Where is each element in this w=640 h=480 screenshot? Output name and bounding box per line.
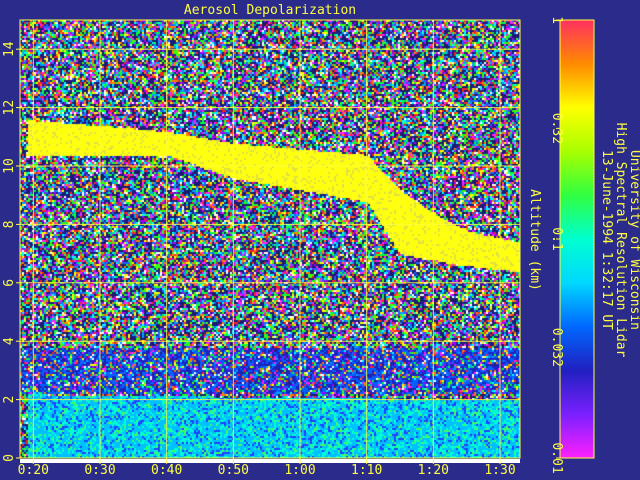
- colorbar-gradient: [559, 19, 595, 459]
- x-tick-label: 0:20: [18, 463, 49, 478]
- x-tick-label: 0:40: [151, 463, 182, 478]
- x-tick-label: 1:20: [418, 463, 449, 478]
- annotation: University of WisconsinHigh Spectral Res…: [599, 123, 640, 358]
- y-tick-label: 10: [2, 158, 17, 174]
- depolarization-field: [20, 20, 520, 458]
- y-tick-label: 14: [2, 41, 17, 57]
- colorbar-tick-label: 0.1: [549, 227, 564, 250]
- x-tick-label: 1:00: [284, 463, 315, 478]
- colorbar-tick-label: 0.032: [549, 328, 564, 367]
- colorbar: 1 0.32 0.1 0.032 0.01: [549, 16, 595, 474]
- x-tick-label: 0:30: [84, 463, 115, 478]
- chart-title: Aerosol Depolarization: [184, 3, 356, 18]
- x-tick-label: 1:30: [484, 463, 515, 478]
- plot-area: [20, 20, 520, 458]
- annotation-line: 13-June-1994 1:32:17 UT: [599, 150, 614, 330]
- y-tick-label: 0: [2, 454, 17, 462]
- y-axis: 0 2 4 6 8 10 12 14: [2, 41, 20, 462]
- colorbar-tick-label: 1: [549, 16, 564, 24]
- x-tick-label: 0:50: [218, 463, 249, 478]
- y-tick-label: 6: [2, 279, 17, 287]
- y-tick-label: 2: [2, 396, 17, 404]
- colorbar-tick-label: 0.32: [549, 113, 564, 144]
- y-tick-label: 8: [2, 220, 17, 228]
- x-tick-label: 1:10: [351, 463, 382, 478]
- lidar-figure: Aerosol Depolarization 0:20 0:30 0:40 0:50 1…: [2, 3, 640, 478]
- y-tick-label: 4: [2, 337, 17, 345]
- y-tick-label: 12: [2, 100, 17, 116]
- y-axis-label: Altitude (km): [527, 189, 542, 291]
- annotation-line: High Spectral Resolution Lidar: [613, 123, 628, 358]
- colorbar-tick-label: 0.01: [549, 442, 564, 473]
